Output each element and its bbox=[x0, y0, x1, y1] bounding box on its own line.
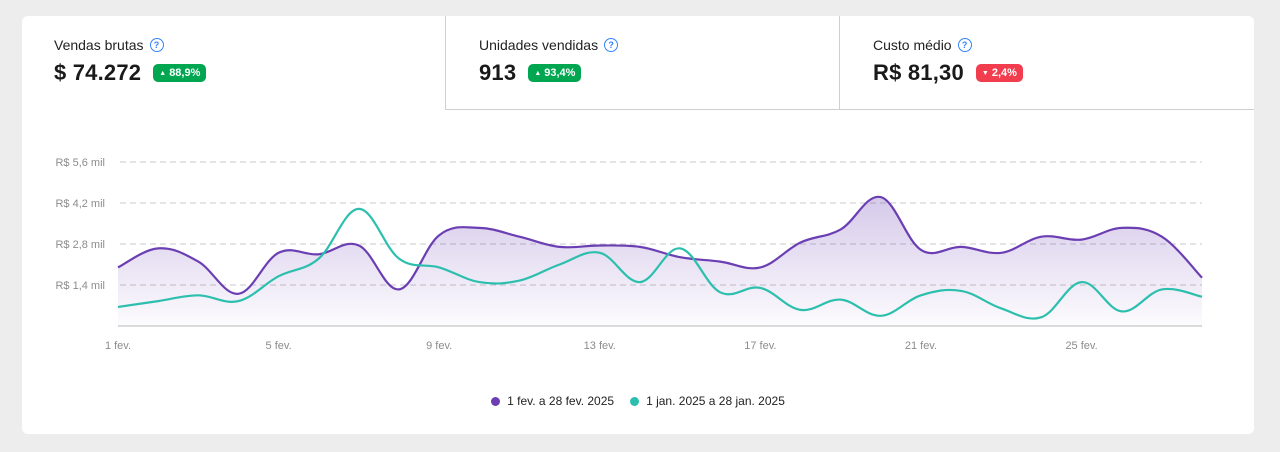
x-tick-label: 13 fev. bbox=[584, 340, 616, 352]
sales-chart: R$ 1,4 mil R$ 2,8 mil R$ 4,2 mil R$ 5,6 mil… bbox=[55, 157, 1203, 352]
series-area-0 bbox=[118, 196, 1202, 326]
y-tick-label: R$ 4,2 mil bbox=[55, 198, 105, 210]
sales-overview-card: Vendas brutas ? $ 74.272 ▲ 88,9% Unidade… bbox=[22, 16, 1254, 434]
x-tick-label: 5 fev. bbox=[266, 340, 292, 352]
legend-item-current[interactable]: 1 fev. a 28 fev. 2025 bbox=[491, 394, 614, 408]
legend-dot-previous bbox=[630, 396, 640, 406]
y-tick-label: R$ 5,6 mil bbox=[55, 157, 105, 169]
y-tick-label: R$ 1,4 mil bbox=[55, 280, 105, 292]
x-tick-label: 21 fev. bbox=[905, 340, 937, 352]
legend-label: 1 jan. 2025 a 28 jan. 2025 bbox=[646, 394, 785, 408]
y-tick-label: R$ 2,8 mil bbox=[55, 239, 105, 251]
legend-dot-current bbox=[491, 396, 501, 406]
chart-legend: 1 fev. a 28 fev. 2025 1 jan. 2025 a 28 j… bbox=[22, 394, 1254, 408]
x-tick-label: 1 fev. bbox=[105, 340, 131, 352]
x-tick-label: 9 fev. bbox=[426, 340, 452, 352]
legend-label: 1 fev. a 28 fev. 2025 bbox=[507, 394, 615, 408]
legend-item-previous[interactable]: 1 jan. 2025 a 28 jan. 2025 bbox=[630, 394, 785, 408]
x-tick-label: 17 fev. bbox=[744, 340, 776, 352]
x-tick-label: 25 fev. bbox=[1065, 340, 1097, 352]
